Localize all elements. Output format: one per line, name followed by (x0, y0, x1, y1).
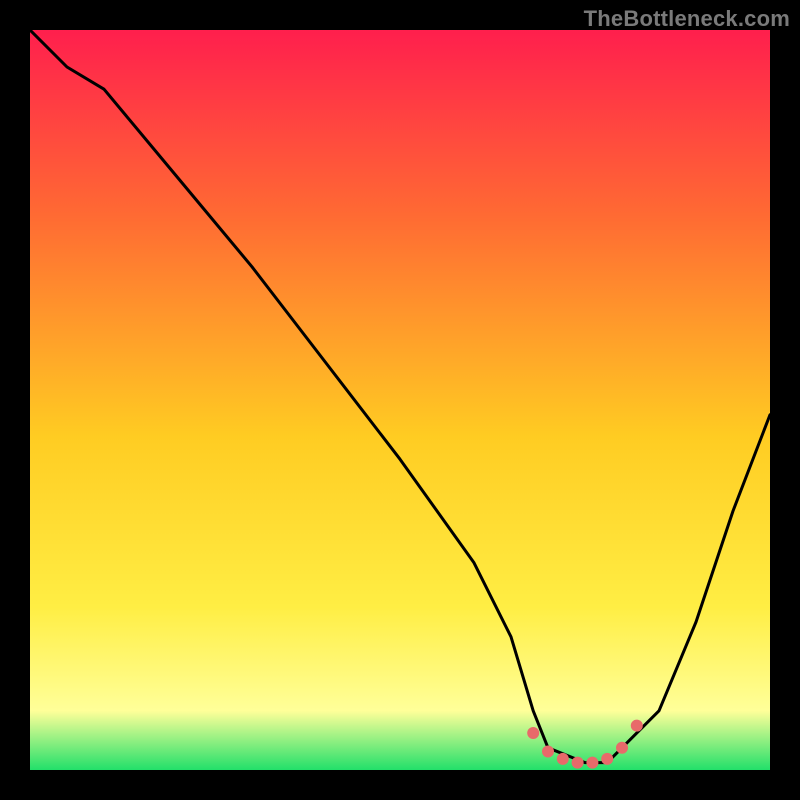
chart-svg (30, 30, 770, 770)
marker-dot (586, 757, 598, 769)
chart-frame (30, 30, 770, 770)
marker-dot (527, 727, 539, 739)
marker-dot (631, 720, 643, 732)
marker-dot (572, 757, 584, 769)
marker-dot (557, 753, 569, 765)
marker-dot (601, 753, 613, 765)
plot-background (30, 30, 770, 770)
watermark-label: TheBottleneck.com (584, 6, 790, 32)
marker-dot (616, 742, 628, 754)
marker-dot (542, 746, 554, 758)
